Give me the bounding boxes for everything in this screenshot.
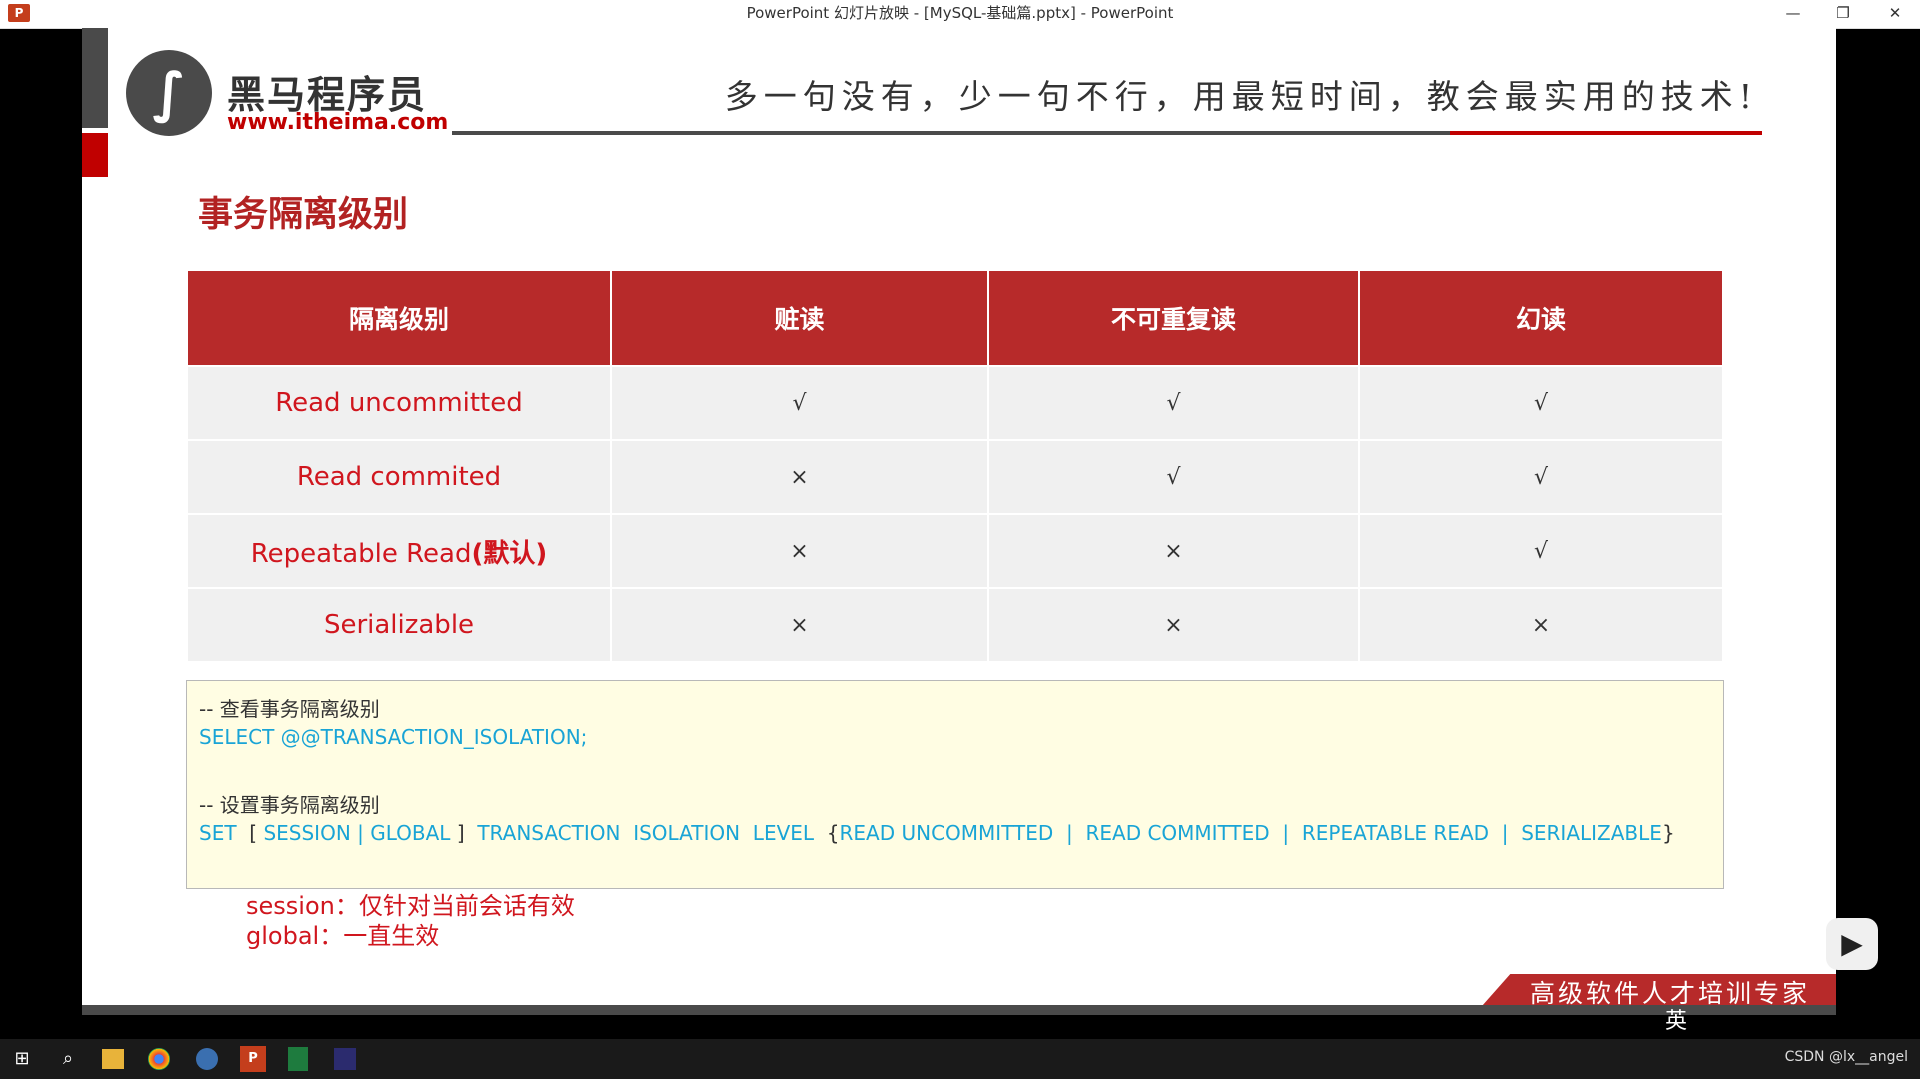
app-icon[interactable] — [196, 1048, 218, 1070]
dirty-read-cell: × — [610, 513, 989, 589]
play-icon[interactable]: ▶ — [1826, 918, 1878, 970]
non-repeatable-read-cell: √ — [987, 365, 1360, 441]
header-slogan: 多一句没有，少一句不行，用最短时间，教会最实用的技术! — [724, 77, 1758, 116]
slide-title: 事务隔离级别 — [198, 195, 409, 235]
header-phantom-read: 幻读 — [1358, 271, 1724, 366]
code-select-statement: SELECT @@TRANSACTION_ISOLATION; — [199, 725, 588, 749]
file-explorer-icon[interactable] — [102, 1049, 124, 1069]
left-accent-red — [82, 133, 108, 177]
dirty-read-cell: × — [610, 439, 989, 515]
isolation-level-cell: Read commited — [186, 439, 612, 515]
phantom-read-cell: × — [1358, 587, 1724, 663]
window-title: PowerPoint 幻灯片放映 - [MySQL-基础篇.pptx] - Po… — [746, 4, 1174, 22]
header-divider — [452, 131, 1452, 135]
logo-url: www.itheima.com — [227, 110, 449, 135]
logo-horse-icon: ∫ — [126, 50, 212, 136]
phantom-read-cell: √ — [1358, 513, 1724, 589]
phantom-read-cell: √ — [1358, 365, 1724, 441]
isolation-level-table: 隔离级别 赃读 不可重复读 幻读 Read uncommitted √ √ √ … — [186, 271, 1724, 663]
table-row: Serializable × × × — [186, 587, 1724, 663]
table-row: Read uncommitted √ √ √ — [186, 365, 1724, 441]
notepad-icon[interactable] — [288, 1047, 308, 1071]
table-row: Read commited × √ √ — [186, 439, 1724, 515]
taskbar: ⊞ ⌕ P CSDN @lx__angel — [0, 1039, 1920, 1079]
ide-icon[interactable] — [334, 1048, 356, 1070]
header-dirty-read: 赃读 — [610, 271, 989, 366]
chrome-icon[interactable] — [148, 1048, 170, 1070]
footer-bar — [82, 1005, 1836, 1015]
table-header-row: 隔离级别 赃读 不可重复读 幻读 — [186, 271, 1724, 366]
note-global: global：一直生效 — [246, 922, 440, 950]
code-set-statement: SET [ SESSION | GLOBAL ] TRANSACTION ISO… — [199, 821, 1675, 845]
header-isolation-level: 隔离级别 — [186, 271, 612, 366]
header-divider-accent — [1450, 131, 1762, 135]
search-icon[interactable]: ⌕ — [54, 1045, 82, 1073]
code-comment-set: -- 设置事务隔离级别 — [199, 793, 380, 817]
non-repeatable-read-cell: √ — [987, 439, 1360, 515]
isolation-level-cell: Read uncommitted — [186, 365, 612, 441]
window-title-bar: P PowerPoint 幻灯片放映 - [MySQL-基础篇.pptx] - … — [0, 0, 1920, 29]
isolation-level-cell: Repeatable Read(默认) — [186, 513, 612, 589]
isolation-level-cell: Serializable — [186, 587, 612, 663]
system-tray-text: CSDN @lx__angel — [1784, 1049, 1908, 1065]
table-row: Repeatable Read(默认) × × √ — [186, 513, 1724, 589]
dirty-read-cell: × — [610, 587, 989, 663]
ime-language-icon[interactable]: 英 — [1656, 1004, 1696, 1040]
minimize-button[interactable]: — — [1770, 0, 1816, 26]
default-marker: (默认) — [471, 538, 548, 569]
left-accent-bar — [82, 28, 108, 128]
phantom-read-cell: √ — [1358, 439, 1724, 515]
close-button[interactable]: ✕ — [1872, 0, 1918, 26]
restore-button[interactable]: ❐ — [1820, 0, 1866, 26]
sql-code-box: -- 查看事务隔离级别 SELECT @@TRANSACTION_ISOLATI… — [186, 680, 1724, 889]
powerpoint-taskbar-icon[interactable]: P — [240, 1046, 266, 1072]
slideshow-control-strip: 英 — [1656, 1004, 1920, 1040]
dirty-read-cell: √ — [610, 365, 989, 441]
header-non-repeatable-read: 不可重复读 — [987, 271, 1360, 366]
slide: ∫ 黑马程序员 www.itheima.com 多一句没有，少一句不行，用最短时… — [82, 28, 1836, 1015]
code-comment-view: -- 查看事务隔离级别 — [199, 697, 380, 721]
non-repeatable-read-cell: × — [987, 587, 1360, 663]
non-repeatable-read-cell: × — [987, 513, 1360, 589]
windows-start-icon[interactable]: ⊞ — [8, 1045, 36, 1073]
